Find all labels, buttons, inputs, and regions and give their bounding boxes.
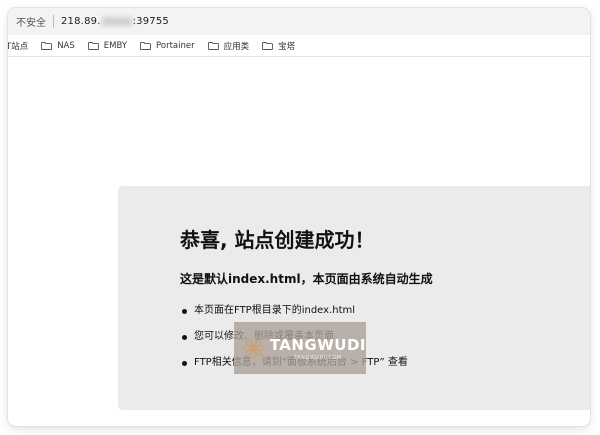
- browser-window: 不安全 218.89. :39755 T站点 NAS EMBY Portaine…: [8, 8, 590, 426]
- bookmark-folder-baota[interactable]: 宝塔: [262, 40, 295, 52]
- page-title: 恭喜, 站点创建成功！: [180, 228, 375, 252]
- page-subtitle: 这是默认index.html，本页面由系统自动生成: [180, 272, 433, 286]
- bookmark-folder-nas[interactable]: NAS: [41, 41, 75, 51]
- bookmarks-bar: T站点 NAS EMBY Portainer 应用类 宝塔: [8, 35, 590, 57]
- url-host[interactable]: 218.89.: [61, 16, 101, 27]
- bookmark-folder-apps[interactable]: 应用类: [207, 40, 250, 52]
- screenshot-frame: 不安全 218.89. :39755 T站点 NAS EMBY Portaine…: [0, 0, 600, 435]
- flower-logo-icon: [242, 336, 265, 360]
- watermark: TANGWUDI TANGWUDI.COM: [234, 322, 366, 374]
- address-divider: [53, 15, 54, 28]
- security-indicator[interactable]: 不安全: [16, 14, 46, 29]
- folder-icon: [140, 41, 151, 50]
- bullet-icon: [182, 361, 187, 366]
- folder-icon: [87, 41, 99, 50]
- watermark-brand: TANGWUDI: [269, 335, 366, 354]
- redacted-url-segment: [101, 17, 132, 26]
- folder-icon: [207, 41, 219, 50]
- bullet-icon: [182, 309, 187, 314]
- bookmark-label: T站点: [8, 41, 29, 52]
- welcome-panel: 恭喜, 站点创建成功！ 这是默认index.html，本页面由系统自动生成 本页…: [118, 186, 590, 410]
- watermark-text: TANGWUDI TANGWUDI.COM: [270, 336, 366, 361]
- bookmark-label: EMBY: [103, 40, 128, 51]
- bookmark-label: Portainer: [156, 40, 195, 51]
- bookmark-t-site[interactable]: T站点: [8, 40, 28, 52]
- watermark-url: TANGWUDI.COM: [293, 354, 342, 361]
- bookmark-folder-emby[interactable]: EMBY: [87, 40, 128, 51]
- folder-icon: [41, 41, 53, 50]
- folder-icon: [262, 41, 274, 50]
- url-port[interactable]: :39755: [133, 16, 169, 27]
- bookmark-label: NAS: [57, 40, 75, 51]
- bullet-icon: [182, 335, 187, 340]
- bookmark-label: 应用类: [223, 41, 250, 52]
- address-bar[interactable]: 不安全 218.89. :39755: [8, 8, 590, 35]
- bookmark-label: 宝塔: [278, 41, 296, 52]
- bookmark-folder-portainer[interactable]: Portainer: [140, 41, 195, 51]
- list-item-text: 本页面在FTP根目录下的index.html: [194, 305, 356, 316]
